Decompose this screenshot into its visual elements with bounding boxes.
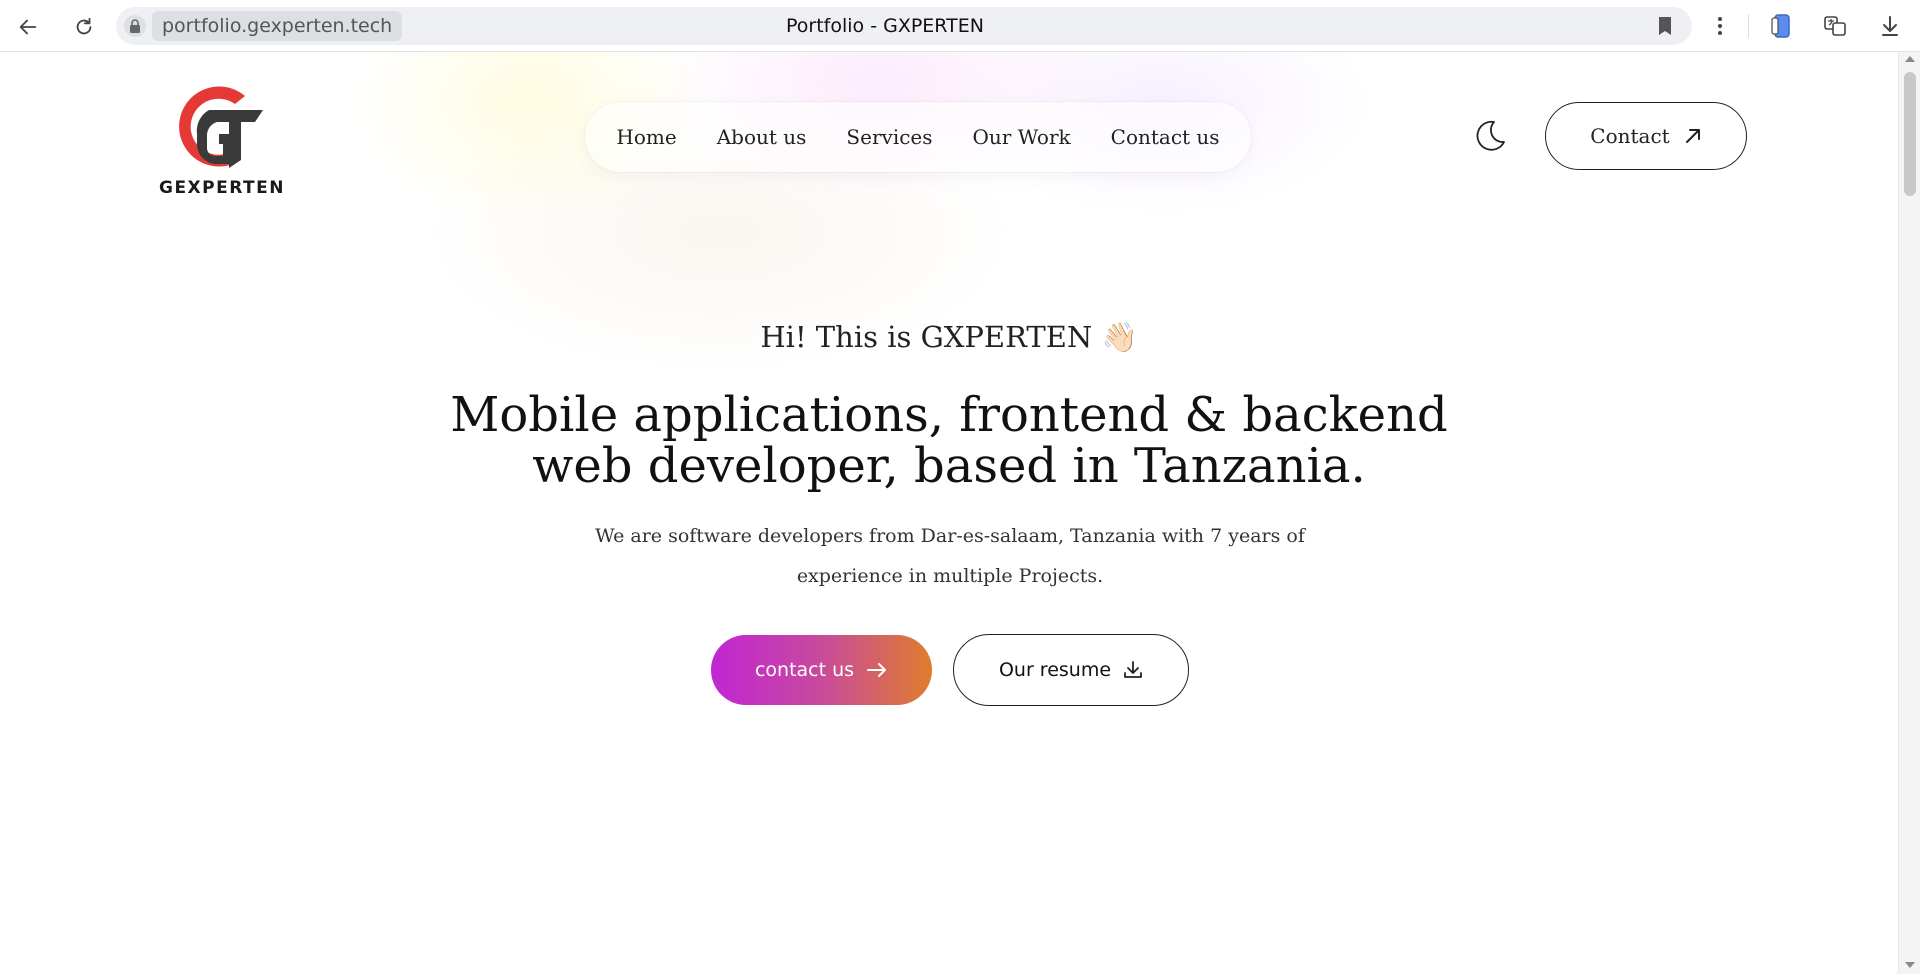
bookmark-icon[interactable]	[1656, 16, 1674, 40]
url-text[interactable]: portfolio.gexperten.tech	[152, 11, 403, 41]
arrow-up-right-icon	[1685, 129, 1700, 143]
page-scrollbar[interactable]	[1898, 52, 1920, 974]
toolbar-divider	[1748, 14, 1749, 38]
hero-headline: Mobile applications, frontend & backend …	[0, 390, 1898, 492]
our-resume-button[interactable]: Our resume	[953, 634, 1189, 706]
arrow-right-icon	[867, 663, 887, 677]
moon-icon[interactable]	[1472, 118, 1508, 154]
address-bar[interactable]: portfolio.gexperten.tech Portfolio - GXP…	[116, 7, 1692, 45]
hero-greeting: Hi! This is GXPERTEN 👋🏻	[0, 320, 1898, 355]
logo-text: GEXPERTEN	[158, 178, 285, 198]
web-page: GEXPERTEN Home About us Services Our Wor…	[0, 52, 1898, 974]
contact-us-button[interactable]: contact us	[711, 635, 932, 705]
nav-item-contact-us[interactable]: Contact us	[1111, 125, 1220, 149]
more-icon[interactable]	[1704, 10, 1736, 42]
main-nav: Home About us Services Our Work Contact …	[585, 102, 1251, 172]
our-resume-button-label: Our resume	[998, 659, 1112, 681]
site-logo[interactable]: GEXPERTEN	[157, 74, 287, 204]
nav-item-services[interactable]: Services	[846, 125, 932, 149]
download-icon[interactable]	[1872, 10, 1908, 42]
scroll-down-icon[interactable]	[1905, 962, 1915, 968]
download-icon	[1124, 661, 1142, 678]
headline-line-1: Mobile applications, frontend & backend	[450, 387, 1448, 443]
contact-us-button-label: contact us	[754, 659, 855, 681]
reload-icon[interactable]	[68, 12, 100, 42]
tab-title: Portfolio - GXPERTEN	[786, 15, 984, 37]
phone-icon[interactable]	[1764, 10, 1800, 42]
logo-mark-icon	[179, 86, 263, 168]
nav-item-home[interactable]: Home	[616, 125, 676, 149]
headline-line-2: web developer, based in Tanzania.	[532, 438, 1366, 494]
browser-toolbar: portfolio.gexperten.tech Portfolio - GXP…	[0, 0, 1920, 52]
scroll-up-icon[interactable]	[1905, 56, 1915, 62]
contact-button[interactable]: Contact	[1545, 102, 1747, 170]
back-icon[interactable]	[12, 12, 44, 42]
nav-item-our-work[interactable]: Our Work	[973, 125, 1071, 149]
contact-button-label: Contact	[1590, 124, 1670, 148]
nav-item-about-us[interactable]: About us	[717, 125, 807, 149]
greeting-text: Hi! This is GXPERTEN	[760, 320, 1093, 354]
hero-description: We are software developers from Dar-es-s…	[595, 525, 1305, 587]
waving-hand-icon: 👋🏻	[1101, 320, 1138, 354]
translate-icon[interactable]	[1817, 10, 1853, 42]
scrollbar-thumb[interactable]	[1904, 72, 1916, 196]
lock-icon[interactable]	[124, 15, 146, 37]
